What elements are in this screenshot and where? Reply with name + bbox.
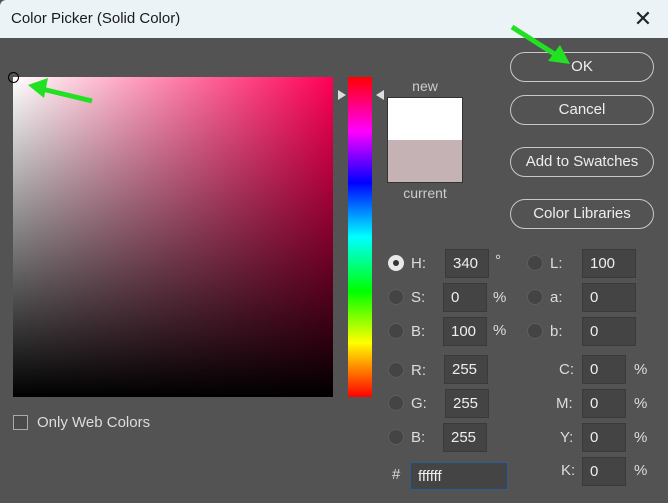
g-label: G: — [411, 395, 427, 412]
s-unit: % — [493, 289, 507, 306]
title-bar: Color Picker (Solid Color) ✕ — [0, 0, 668, 38]
m-input[interactable]: 0 — [582, 389, 626, 418]
y-input[interactable]: 0 — [582, 423, 626, 452]
current-label: current — [403, 185, 447, 201]
color-field-marker[interactable] — [8, 72, 19, 83]
hex-label: # — [392, 466, 401, 483]
color-preview — [387, 97, 463, 183]
blue-input[interactable]: 255 — [443, 423, 487, 452]
g-input[interactable]: 255 — [445, 389, 489, 418]
h-radio[interactable] — [388, 255, 404, 271]
r-label: R: — [411, 362, 426, 379]
hue-slider[interactable] — [348, 77, 372, 397]
k-input[interactable]: 0 — [582, 457, 626, 486]
a-radio[interactable] — [527, 289, 543, 305]
s-radio[interactable] — [388, 289, 404, 305]
c-input[interactable]: 0 — [582, 355, 626, 384]
m-unit: % — [634, 395, 648, 412]
close-icon[interactable]: ✕ — [630, 6, 656, 32]
l-label: L: — [550, 255, 563, 272]
ok-button[interactable]: OK — [510, 52, 654, 82]
b-lab-input[interactable]: 0 — [582, 317, 636, 346]
g-radio[interactable] — [388, 395, 404, 411]
a-label: a: — [550, 289, 563, 306]
blue-label: B: — [411, 429, 426, 446]
only-web-colors-checkbox[interactable] — [13, 415, 28, 430]
hue-slider-left-handle-icon[interactable] — [338, 89, 346, 100]
brightness-unit: % — [493, 322, 507, 339]
h-input[interactable]: 340 — [445, 249, 489, 278]
brightness-input[interactable]: 100 — [443, 317, 487, 346]
cancel-button[interactable]: Cancel — [510, 95, 654, 125]
k-unit: % — [634, 462, 648, 479]
brightness-radio[interactable] — [388, 323, 404, 339]
b-lab-radio[interactable] — [527, 323, 543, 339]
l-radio[interactable] — [527, 255, 543, 271]
s-label: S: — [411, 289, 426, 306]
l-input[interactable]: 100 — [582, 249, 636, 278]
c-unit: % — [634, 361, 648, 378]
only-web-colors-label: Only Web Colors — [37, 414, 151, 431]
r-radio[interactable] — [388, 362, 404, 378]
current-color-swatch[interactable] — [388, 140, 462, 182]
b-lab-label: b: — [550, 323, 563, 340]
k-label: K: — [561, 462, 576, 479]
hex-input[interactable]: ffffff — [410, 462, 508, 490]
color-libraries-button[interactable]: Color Libraries — [510, 199, 654, 229]
hue-slider-right-handle-icon[interactable] — [376, 89, 384, 100]
degree-unit: ° — [495, 252, 501, 269]
window-title: Color Picker (Solid Color) — [11, 10, 181, 27]
add-to-swatches-button[interactable]: Add to Swatches — [510, 147, 654, 177]
y-unit: % — [634, 429, 648, 446]
a-input[interactable]: 0 — [582, 283, 636, 312]
y-label: Y: — [560, 429, 574, 446]
m-label: M: — [556, 395, 573, 412]
brightness-label: B: — [411, 323, 426, 340]
h-label: H: — [411, 255, 426, 272]
r-input[interactable]: 255 — [444, 355, 488, 384]
s-input[interactable]: 0 — [443, 283, 487, 312]
c-label: C: — [559, 361, 574, 378]
new-color-swatch — [388, 98, 462, 140]
new-label: new — [412, 78, 438, 94]
blue-radio[interactable] — [388, 429, 404, 445]
color-field[interactable] — [13, 77, 333, 397]
